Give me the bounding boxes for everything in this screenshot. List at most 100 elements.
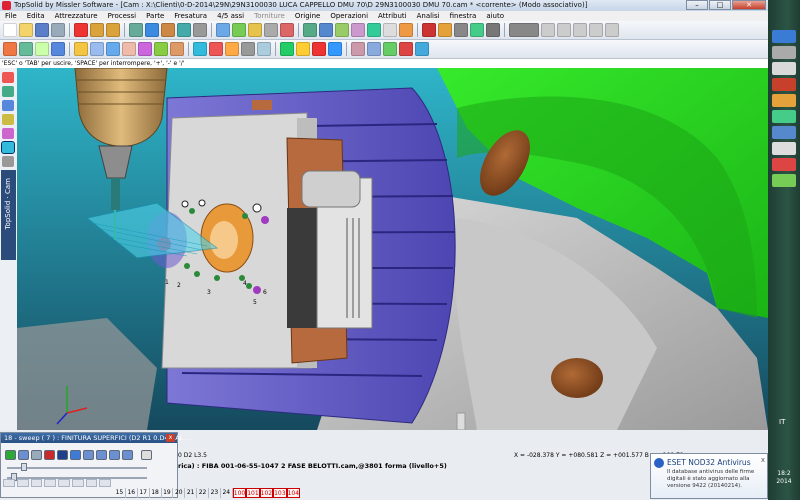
layer-number[interactable]: 16 (126, 488, 138, 498)
taskbar-app-icon[interactable] (772, 174, 796, 187)
view-icon[interactable] (145, 23, 159, 37)
sim-fast-forward-icon[interactable] (96, 450, 107, 460)
text-icon[interactable] (383, 23, 397, 37)
finish-icon[interactable] (170, 42, 184, 56)
menu-fresatura[interactable]: Fresatura (169, 11, 212, 21)
cam-tool-icon[interactable] (1, 141, 15, 154)
pause-icon[interactable] (296, 42, 310, 56)
menu-analisi[interactable]: Analisi (412, 11, 445, 21)
taskbar-app-icon[interactable] (772, 78, 796, 91)
layer-number[interactable]: 19 (162, 488, 174, 498)
antivirus-notification[interactable]: ESET NOD32 Antivirus x Il database antiv… (650, 453, 768, 499)
section-icon[interactable] (280, 23, 294, 37)
menu-attrezzature[interactable]: Attrezzature (50, 11, 103, 21)
taskbar-app-icon[interactable] (772, 30, 796, 43)
save-icon[interactable] (35, 23, 49, 37)
design-tool-icon[interactable] (2, 156, 14, 167)
delete-icon[interactable] (74, 23, 88, 37)
color-picker-icon[interactable] (509, 23, 539, 37)
menu-file[interactable]: File (0, 11, 22, 21)
curve-icon[interactable] (335, 23, 349, 37)
axis-icon[interactable] (351, 42, 365, 56)
layer-icon[interactable] (161, 23, 175, 37)
layer-cell[interactable] (58, 479, 70, 487)
taskbar-app-icon[interactable] (772, 62, 796, 75)
gouge-icon[interactable] (415, 42, 429, 56)
sweep-icon[interactable] (138, 42, 152, 56)
notification-close-button[interactable]: x (761, 456, 765, 464)
taskbar-app-icon[interactable] (772, 158, 796, 171)
taskbar-app-icon[interactable] (772, 46, 796, 59)
layer-number[interactable]: 23 (209, 488, 221, 498)
menu-operazioni[interactable]: Operazioni (325, 11, 373, 21)
layer-number[interactable]: 18 (150, 488, 162, 498)
module-tab[interactable]: TopSolid · Cam (1, 170, 16, 260)
shade-icon[interactable] (216, 23, 230, 37)
taskbar-app-icon[interactable] (772, 94, 796, 107)
redo-icon[interactable] (106, 23, 120, 37)
pan-icon[interactable] (177, 23, 191, 37)
select-tool-icon[interactable] (2, 72, 14, 83)
shape-tool-icon[interactable] (2, 100, 14, 111)
machine-icon[interactable] (438, 23, 452, 37)
zoom-icon[interactable] (129, 23, 143, 37)
layer-number[interactable]: 15 (114, 488, 126, 498)
setup-icon[interactable] (51, 42, 65, 56)
assembly-tool-icon[interactable] (2, 114, 14, 125)
stock-icon[interactable] (3, 42, 17, 56)
sim-speed-slider[interactable] (7, 467, 147, 469)
layer-number[interactable]: 24 (221, 488, 233, 498)
arrow-icon[interactable] (573, 23, 587, 37)
app-icon[interactable] (2, 1, 11, 10)
layer-cell[interactable] (71, 479, 84, 487)
frame-icon[interactable] (367, 42, 381, 56)
cad-viewport[interactable]: 1 2 3 4 5 6 (17, 68, 768, 430)
step-icon[interactable] (328, 42, 342, 56)
sim-stop-icon[interactable] (44, 450, 55, 460)
collision-icon[interactable] (399, 42, 413, 56)
simulate-icon[interactable] (454, 23, 468, 37)
sim-step-back-icon[interactable] (31, 450, 42, 460)
menu-finestra[interactable]: finestra (445, 11, 482, 21)
circle-icon[interactable] (605, 23, 619, 37)
sweep-dialog-close-button[interactable]: x (166, 434, 175, 442)
layer-number-active[interactable]: 101 (246, 488, 260, 498)
layer-cell[interactable] (44, 479, 56, 487)
tool-path-icon[interactable] (225, 42, 239, 56)
layer-cell[interactable] (99, 479, 111, 487)
menu-parte[interactable]: Parte (141, 11, 169, 21)
sim-end-icon[interactable] (109, 450, 120, 460)
maximize-button[interactable]: □ (709, 0, 731, 10)
layer-cell[interactable] (16, 479, 29, 487)
report-icon[interactable] (257, 42, 271, 56)
fixture-icon[interactable] (35, 42, 49, 56)
layer-number-active[interactable]: 102 (259, 488, 274, 498)
tool-holder-icon[interactable] (209, 42, 223, 56)
wireframe-icon[interactable] (264, 23, 278, 37)
sim-step-forward-icon[interactable] (83, 450, 94, 460)
layer-number[interactable]: 20 (173, 488, 186, 498)
layer-cell[interactable] (30, 479, 43, 487)
draft-tool-icon[interactable] (2, 128, 14, 139)
menu-torniture[interactable]: Torniture (249, 11, 290, 21)
post-icon[interactable] (241, 42, 255, 56)
tool-icon[interactable] (422, 23, 436, 37)
sim-pause-icon[interactable] (57, 450, 68, 460)
settings-icon[interactable] (486, 23, 500, 37)
stop-icon[interactable] (312, 42, 326, 56)
face-mill-icon[interactable] (122, 42, 136, 56)
layer-number[interactable]: 21 (185, 488, 198, 498)
layer-number[interactable]: 22 (197, 488, 209, 498)
menu-origine[interactable]: Origine (290, 11, 325, 21)
layer-number[interactable]: 17 (138, 488, 150, 498)
measure-icon[interactable] (303, 23, 317, 37)
menu-processi[interactable]: Processi (103, 11, 142, 21)
minimize-button[interactable]: – (686, 0, 708, 10)
menu-attributi[interactable]: Attributi (373, 11, 412, 21)
menu-aiuto[interactable]: aiuto (481, 11, 509, 21)
rough-icon[interactable] (154, 42, 168, 56)
origin-icon[interactable] (383, 42, 397, 56)
taskbar-app-icon[interactable] (772, 142, 796, 155)
check-icon[interactable] (470, 23, 484, 37)
menu-45-assi[interactable]: 4/5 assi (212, 11, 249, 21)
